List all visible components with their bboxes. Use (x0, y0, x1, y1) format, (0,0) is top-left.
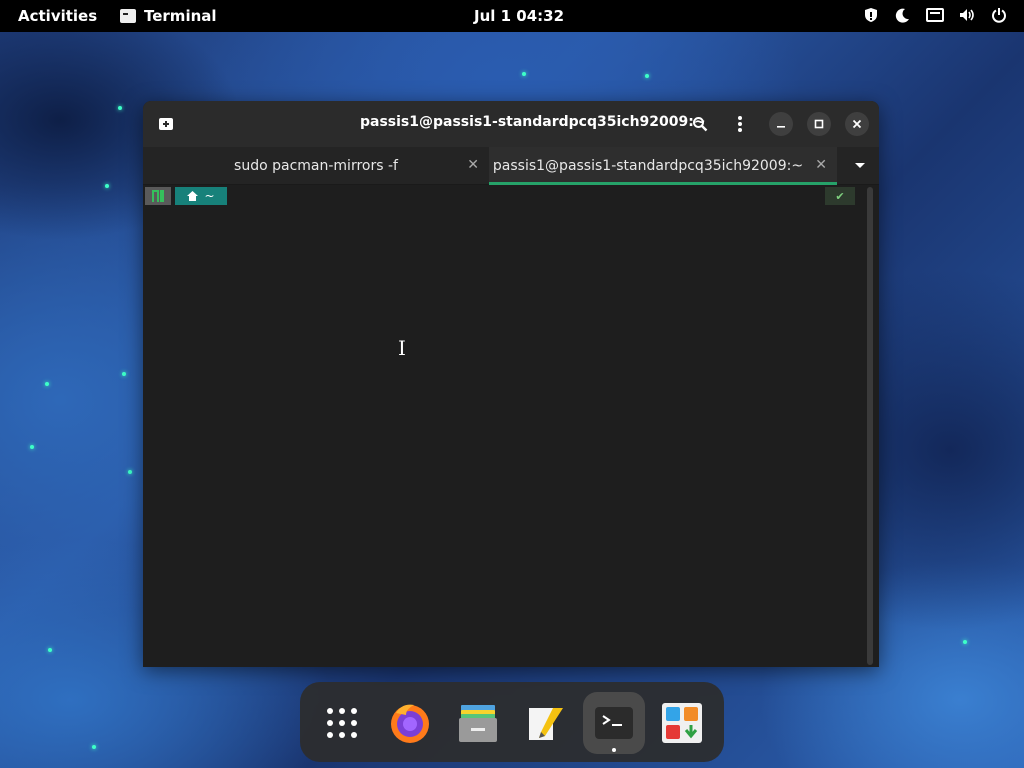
firefox-launcher[interactable] (379, 692, 441, 754)
scrollbar[interactable] (867, 187, 873, 665)
dock (300, 682, 724, 762)
activities-button[interactable]: Activities (18, 7, 97, 25)
terminal-app-icon (120, 9, 136, 23)
power-icon[interactable] (990, 6, 1008, 24)
files-launcher[interactable] (447, 692, 509, 754)
prompt-distro-segment (145, 187, 171, 205)
close-button[interactable] (845, 112, 869, 136)
app-menu[interactable]: Terminal (120, 7, 217, 25)
app-grid-icon (327, 708, 357, 738)
display-icon[interactable] (926, 6, 944, 24)
minimize-icon (777, 126, 785, 128)
menu-button[interactable] (728, 112, 752, 136)
system-tray[interactable] (862, 6, 1008, 24)
maximize-icon (814, 119, 824, 129)
manjaro-icon (152, 190, 164, 202)
show-apps-button[interactable] (311, 692, 373, 754)
minimize-button[interactable] (769, 112, 793, 136)
prompt-dir: ~ (204, 189, 215, 203)
prompt-dir-segment: ~ (175, 187, 227, 205)
tab-shell[interactable]: passis1@passis1-standardpcq35ich92009:~ … (489, 147, 837, 185)
night-light-icon[interactable] (894, 6, 912, 24)
close-icon (852, 119, 862, 129)
file-manager-icon (459, 705, 497, 742)
firefox-icon (391, 704, 429, 743)
clock[interactable]: Jul 1 04:32 (474, 7, 564, 25)
terminal-icon (595, 707, 633, 739)
tab-pacman-mirrors[interactable]: sudo pacman-mirrors -f ✕ (143, 147, 489, 185)
header-bar[interactable]: passis1@passis1-standardpcq35ich92009:~ (143, 101, 879, 147)
text-editor-icon (529, 708, 563, 740)
terminal-launcher[interactable] (583, 692, 645, 754)
exit-status-segment: ✔ (825, 187, 855, 205)
maximize-button[interactable] (807, 112, 831, 136)
text-editor-launcher[interactable] (515, 692, 577, 754)
software-store-icon (662, 703, 702, 743)
search-icon (693, 117, 708, 132)
top-bar: Activities Terminal Jul 1 04:32 (0, 0, 1024, 32)
app-menu-label: Terminal (144, 7, 217, 25)
terminal-content[interactable]: ~ ✔ I (143, 185, 879, 667)
shield-icon[interactable] (862, 6, 880, 24)
software-launcher[interactable] (651, 692, 713, 754)
tab-label: passis1@passis1-standardpcq35ich92009:~ (492, 158, 804, 174)
tab-list-button[interactable] (841, 147, 879, 185)
kebab-menu-icon (738, 116, 742, 132)
running-indicator (612, 748, 616, 752)
close-tab-icon[interactable]: ✕ (815, 157, 827, 173)
close-tab-icon[interactable]: ✕ (467, 157, 479, 173)
terminal-window: passis1@passis1-standardpcq35ich92009:~ … (143, 101, 879, 667)
new-tab-icon (159, 118, 173, 130)
window-title: passis1@passis1-standardpcq35ich92009:~ (360, 114, 706, 130)
text-cursor-icon: I (398, 336, 406, 360)
tab-bar: sudo pacman-mirrors -f ✕ passis1@passis1… (143, 147, 879, 185)
new-tab-button[interactable] (155, 113, 177, 135)
chevron-down-icon (855, 163, 865, 168)
home-icon (187, 191, 199, 201)
tab-label: sudo pacman-mirrors -f (234, 158, 398, 174)
volume-icon[interactable] (958, 6, 976, 24)
search-button[interactable] (688, 112, 712, 136)
